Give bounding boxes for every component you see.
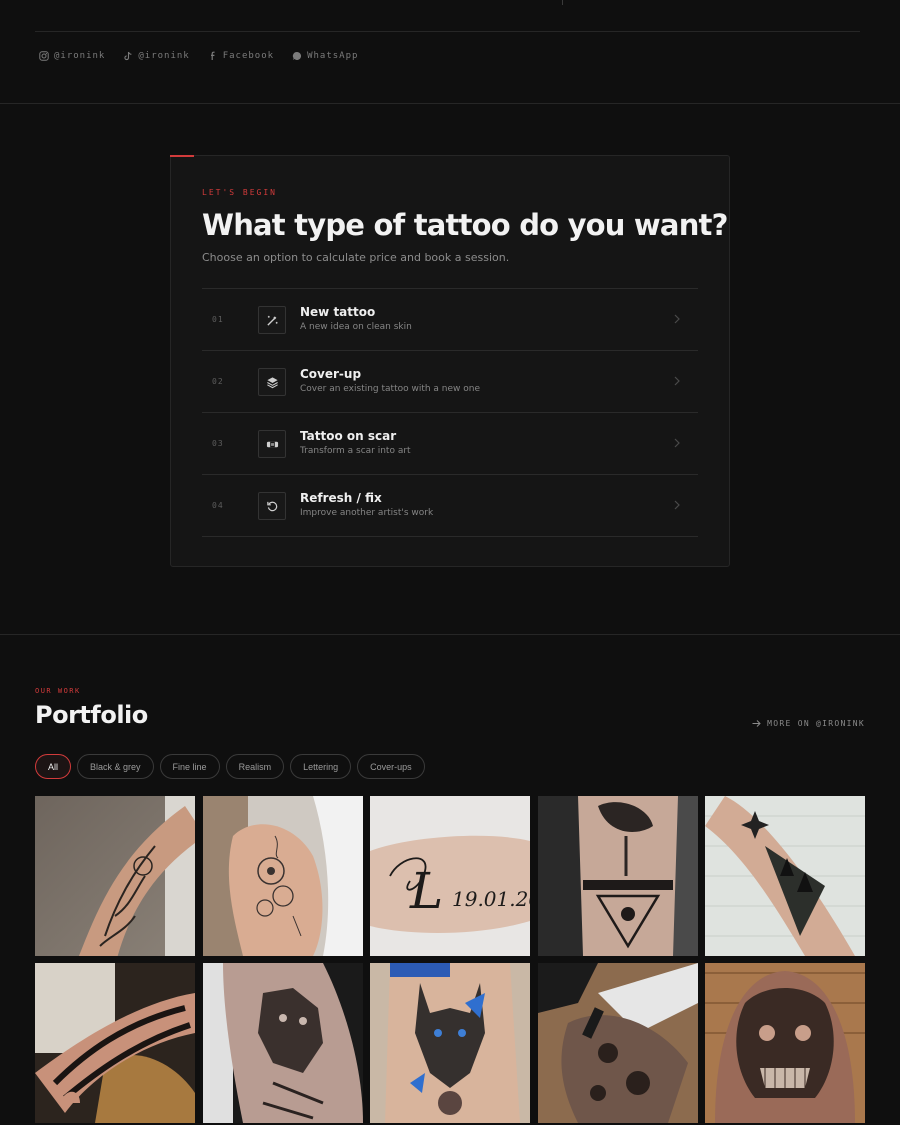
- arrow-right-icon: [752, 720, 761, 727]
- tattoo-date: 19.01.26: [452, 887, 530, 911]
- social-link-whatsapp[interactable]: WhatsApp: [292, 51, 358, 61]
- card-subtitle: Choose an option to calculate price and …: [202, 251, 510, 264]
- option-cover-up[interactable]: 02 Cover-up Cover an existing tattoo wit…: [202, 351, 698, 413]
- option-title: Cover-up: [300, 367, 362, 381]
- more-link-label: MORE ON @IRONINK: [767, 719, 865, 728]
- chevron-right-icon: [674, 500, 680, 510]
- option-list: 01 New tattoo A new idea on clean skin 0…: [202, 288, 698, 537]
- portfolio-filters: All Black & grey Fine line Realism Lette…: [35, 754, 425, 779]
- accent-bar: [170, 155, 194, 157]
- social-link-facebook[interactable]: Facebook: [208, 51, 274, 61]
- whatsapp-icon: [292, 51, 302, 60]
- filter-all[interactable]: All: [35, 754, 72, 779]
- portfolio-title: Portfolio: [35, 701, 148, 729]
- tattoo-type-card: LET'S BEGIN What type of tattoo do you w…: [170, 155, 730, 567]
- filter-black-grey[interactable]: Black & grey: [77, 754, 154, 779]
- card-title: What type of tattoo do you want?: [202, 208, 728, 242]
- option-number: 01: [212, 315, 224, 324]
- option-description: Transform a scar into art: [300, 446, 411, 456]
- divider: [562, 0, 563, 5]
- option-number: 03: [212, 439, 224, 448]
- portfolio-image-forest-compass[interactable]: [705, 796, 865, 956]
- social-links: @ironink @ironink Facebook WhatsApp: [39, 51, 358, 61]
- portfolio-eyebrow: OUR WORK: [35, 687, 81, 695]
- filter-realism[interactable]: Realism: [225, 754, 285, 779]
- portfolio-image-script-lettering[interactable]: L 19.01.26: [370, 796, 530, 956]
- tiktok-icon: [124, 51, 132, 61]
- filter-fine-line[interactable]: Fine line: [159, 754, 220, 779]
- portfolio-image-wolf-butterfly[interactable]: [370, 963, 530, 1123]
- portfolio-image-koi-forearm[interactable]: [35, 796, 195, 956]
- option-title: Refresh / fix: [300, 491, 382, 505]
- option-refresh-fix[interactable]: 04 Refresh / fix Improve another artist'…: [202, 475, 698, 537]
- portfolio-image-sleeve-skulls[interactable]: [537, 963, 698, 1123]
- social-label: @ironink: [138, 51, 190, 61]
- portfolio-image-abstract-flow[interactable]: [35, 963, 195, 1123]
- portfolio-grid: L 19.01.26: [35, 796, 865, 1123]
- option-number: 02: [212, 377, 224, 386]
- more-on-instagram-link[interactable]: MORE ON @IRONINK: [752, 719, 865, 728]
- chevron-right-icon: [674, 438, 680, 448]
- layers-icon: [258, 368, 286, 396]
- social-label: WhatsApp: [307, 51, 359, 61]
- option-number: 04: [212, 501, 224, 510]
- option-title: Tattoo on scar: [300, 429, 397, 443]
- portfolio-image-geometric-sleeve[interactable]: [537, 796, 698, 956]
- card-eyebrow: LET'S BEGIN: [202, 188, 277, 197]
- divider: [35, 31, 860, 32]
- tattoo-initial: L: [409, 862, 443, 920]
- portfolio-image-floral-shoulder[interactable]: [202, 796, 363, 956]
- instagram-icon: [39, 51, 49, 61]
- social-link-instagram[interactable]: @ironink: [39, 51, 105, 61]
- social-label: Facebook: [222, 51, 275, 61]
- section-divider: [0, 634, 900, 635]
- option-description: Cover an existing tattoo with a new one: [300, 384, 481, 394]
- bandage-icon: [258, 430, 286, 458]
- filter-cover-ups[interactable]: Cover-ups: [357, 754, 425, 779]
- chevron-right-icon: [674, 376, 680, 386]
- option-new-tattoo[interactable]: 01 New tattoo A new idea on clean skin: [202, 289, 698, 351]
- top-strip: @ironink @ironink Facebook WhatsApp: [0, 0, 900, 104]
- option-tattoo-on-scar[interactable]: 03 Tattoo on scar Transform a scar into …: [202, 413, 698, 475]
- portfolio-image-tiger-sleeve[interactable]: [202, 963, 363, 1123]
- option-title: New tattoo: [300, 305, 376, 319]
- facebook-icon: [210, 51, 215, 60]
- option-description: Improve another artist's work: [300, 508, 434, 518]
- option-description: A new idea on clean skin: [300, 322, 412, 332]
- social-label: @ironink: [54, 51, 106, 61]
- magic-wand-icon: [258, 306, 286, 334]
- filter-lettering[interactable]: Lettering: [290, 754, 352, 779]
- social-link-tiktok[interactable]: @ironink: [123, 51, 189, 61]
- portfolio-image-foo-dog-back[interactable]: [705, 963, 865, 1123]
- chevron-right-icon: [674, 314, 680, 324]
- refresh-icon: [258, 492, 286, 520]
